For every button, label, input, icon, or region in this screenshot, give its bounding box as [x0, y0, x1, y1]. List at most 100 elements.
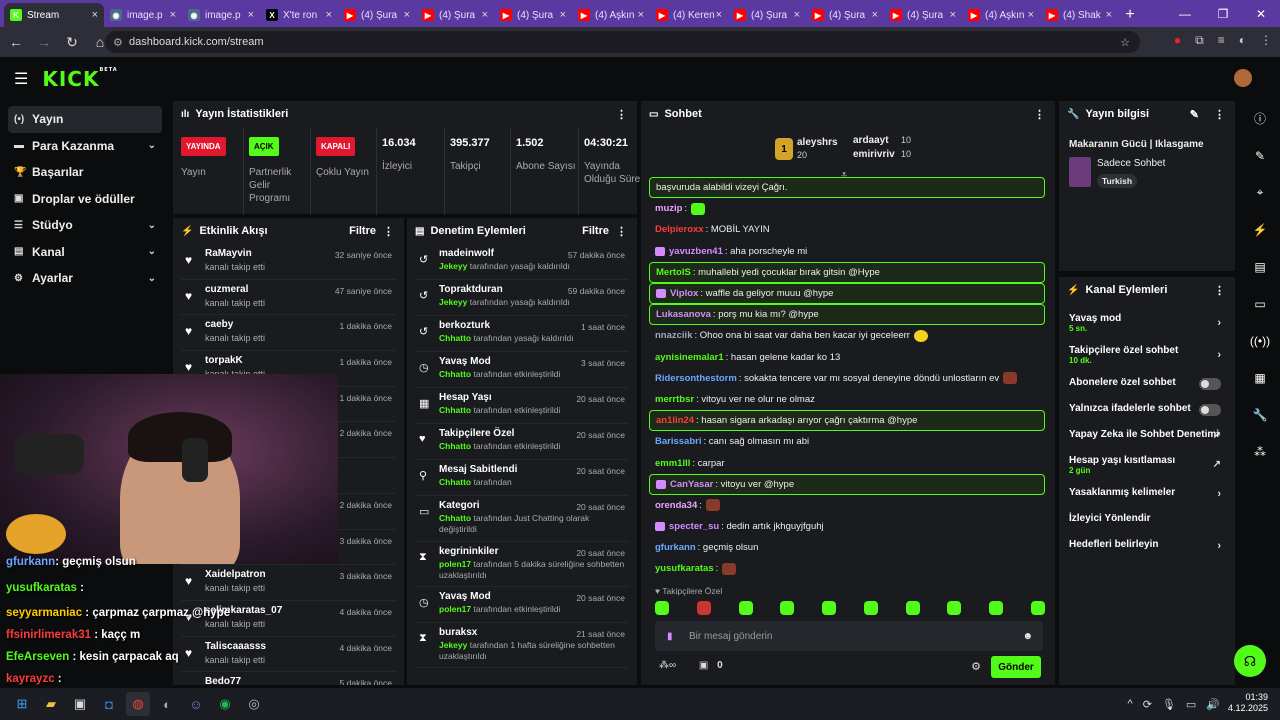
points-icon[interactable]: ⁂∞ — [659, 660, 676, 671]
moderation-filter-button[interactable]: Filtre — [582, 225, 609, 237]
minimize-icon[interactable]: — — [1166, 0, 1204, 27]
gift-icon[interactable]: ▣ — [699, 660, 708, 671]
tab-close-icon[interactable]: × — [326, 9, 332, 21]
moderation-menu-icon[interactable]: ⋮ — [616, 225, 627, 238]
external-link-icon[interactable]: ↗ — [1213, 430, 1221, 441]
channel-actions-menu-icon[interactable]: ⋮ — [1214, 284, 1225, 297]
browser-tab[interactable]: ▶ (4) Shak × — [1040, 3, 1118, 27]
chat-username[interactable]: yavuzben41 — [669, 246, 723, 257]
browser-tab[interactable]: ▶ (4) Şura × — [416, 3, 494, 27]
moderation-target[interactable]: Kategori — [439, 500, 480, 511]
chat-username[interactable]: specter_su — [669, 521, 719, 532]
tab-close-icon[interactable]: × — [92, 9, 98, 21]
mic-tray-icon[interactable]: 🎙 — [1162, 698, 1176, 711]
chat-username[interactable]: gfurkann — [655, 542, 696, 553]
chat-username[interactable]: Ridersonthestorm — [655, 373, 737, 384]
activity-username[interactable]: Taliscaaasss — [205, 641, 266, 652]
moderator-name[interactable]: polen17 — [439, 559, 471, 569]
display-icon[interactable]: ▭ — [1186, 698, 1196, 711]
moderation-target[interactable]: kegrininkiler — [439, 546, 498, 557]
apps-icon[interactable]: ⁂ — [1240, 433, 1280, 470]
channel-action-row[interactable]: İzleyici Yönlendir — [1069, 507, 1225, 533]
channel-action-row[interactable]: Hesap yaşı kısıtlaması 2 gün ↗ — [1069, 449, 1225, 481]
broadcast-icon[interactable]: ((•)) — [1240, 322, 1280, 359]
moderator-name[interactable]: Jekeyy — [439, 261, 467, 271]
channel-action-row[interactable]: Abonelere özel sohbet — [1069, 371, 1225, 397]
emote-icon[interactable] — [989, 601, 1004, 615]
lightning-icon[interactable]: ⚡ — [1240, 211, 1280, 248]
moderator-name[interactable]: Chhatto — [439, 477, 471, 487]
browser-tab[interactable]: ▶ (4) Şura × — [494, 3, 572, 27]
activity-filter-button[interactable]: Filtre — [349, 225, 376, 237]
network-sync-icon[interactable]: ⟳ — [1143, 698, 1152, 711]
chevron-right-icon[interactable]: › — [1217, 349, 1221, 361]
tab-close-icon[interactable]: × — [950, 9, 956, 21]
emoji-icon[interactable]: ☻ — [1022, 631, 1033, 642]
forward-icon[interactable]: → — [32, 34, 56, 50]
tab-close-icon[interactable]: × — [560, 9, 566, 21]
browser-tab[interactable]: ▶ (4) Keren × — [650, 3, 728, 27]
outlook-icon[interactable]: ◘ — [97, 692, 121, 716]
emote-icon[interactable] — [863, 601, 878, 615]
moderator-name[interactable]: Chhatto — [439, 441, 471, 451]
sidebar-item[interactable]: ☰ Stüdyo ⌄ — [8, 212, 162, 239]
activity-menu-icon[interactable]: ⋮ — [383, 225, 394, 238]
chevron-down-icon[interactable]: ⌄ — [148, 140, 156, 151]
browser-tab[interactable]: ▶ (4) Aşkın × — [572, 3, 650, 27]
tray-chevron-icon[interactable]: ^ — [1128, 698, 1133, 711]
chat-username[interactable]: CanYasar — [670, 479, 713, 490]
moderation-target[interactable]: madeinwolf — [439, 248, 494, 259]
browser-tab[interactable]: ▶ (4) Şura × — [338, 3, 416, 27]
moderation-target[interactable]: Yavaş Mod — [439, 591, 491, 602]
sidebar-item[interactable]: (•) Yayın — [8, 106, 162, 133]
sidebar-item[interactable]: ⚙ Ayarlar ⌄ — [8, 265, 162, 292]
tab-close-icon[interactable]: × — [248, 9, 254, 21]
profile-icon[interactable]: ◐ — [1239, 33, 1246, 48]
back-icon[interactable]: ← — [4, 34, 28, 50]
chat-username[interactable]: an1lin24 — [656, 415, 694, 426]
emote-icon[interactable] — [696, 601, 711, 615]
browser-tab[interactable]: ◉ image.p × — [182, 3, 260, 27]
tab-close-icon[interactable]: × — [404, 9, 410, 21]
moderation-target[interactable]: Hesap Yaşı — [439, 392, 492, 403]
channel-action-row[interactable]: Yalnızca ifadelerle sohbet — [1069, 397, 1225, 423]
toggle-switch[interactable] — [1199, 404, 1221, 416]
moderator-name[interactable]: Jekeyy — [439, 297, 467, 307]
sidebar-item[interactable]: ▤ Kanal ⌄ — [8, 239, 162, 266]
chat-menu-icon[interactable]: ⋮ — [1034, 108, 1045, 121]
chat-input[interactable]: ▮ Bir mesaj gönderin ☻ — [655, 621, 1043, 651]
browser-tab[interactable]: ▶ (4) Şura × — [728, 3, 806, 27]
emote-icon[interactable] — [780, 601, 795, 615]
chat-username[interactable]: MertolS — [656, 267, 691, 278]
activity-username[interactable]: Bedo77 — [205, 676, 241, 685]
extension-icon[interactable]: ● — [1174, 33, 1181, 48]
moderation-target[interactable]: buraksx — [439, 627, 477, 638]
browser-tab[interactable]: ▶ (4) Şura × — [884, 3, 962, 27]
steam-icon[interactable]: ◐ — [155, 692, 179, 716]
browser-menu-icon[interactable]: ⋮ — [1260, 33, 1272, 48]
moderation-target[interactable]: Topraktduran — [439, 284, 503, 295]
store-icon[interactable]: ▣ — [68, 692, 92, 716]
moderator-name[interactable]: Jekeyy — [439, 640, 467, 650]
activity-username[interactable]: caeby — [205, 319, 233, 330]
info-icon[interactable]: ⓘ — [1240, 100, 1280, 137]
reload-icon[interactable]: ↻ — [60, 34, 84, 51]
tab-close-icon[interactable]: × — [716, 9, 722, 21]
kick-logo[interactable]: KICKBETA — [42, 67, 117, 91]
channel-action-row[interactable]: Yasaklanmış kelimeler › — [1069, 481, 1225, 507]
moderation-target[interactable]: Yavaş Mod — [439, 356, 491, 367]
channel-action-row[interactable]: Hedefleri belirleyin › — [1069, 533, 1225, 559]
channel-action-row[interactable]: Yapay Zeka ile Sohbet Denetimi ↗ — [1069, 423, 1225, 449]
sidebar-item[interactable]: ▬ Para Kazanma ⌄ — [8, 133, 162, 160]
chat-username[interactable]: Viplox — [670, 288, 698, 299]
chat-settings-icon[interactable]: ⚙ — [971, 660, 981, 673]
chevron-down-icon[interactable]: ⌄ — [148, 246, 156, 257]
chat-bubble-icon[interactable]: ▭ — [1240, 285, 1280, 322]
menu-icon[interactable]: ☰ — [14, 69, 28, 89]
tab-close-icon[interactable]: × — [1028, 9, 1034, 21]
tab-close-icon[interactable]: × — [170, 9, 176, 21]
external-link-icon[interactable]: ↗ — [1213, 459, 1221, 470]
discord-icon[interactable]: ☺ — [184, 692, 208, 716]
moderation-target[interactable]: berkozturk — [439, 320, 490, 331]
emote-icon[interactable] — [738, 601, 753, 615]
